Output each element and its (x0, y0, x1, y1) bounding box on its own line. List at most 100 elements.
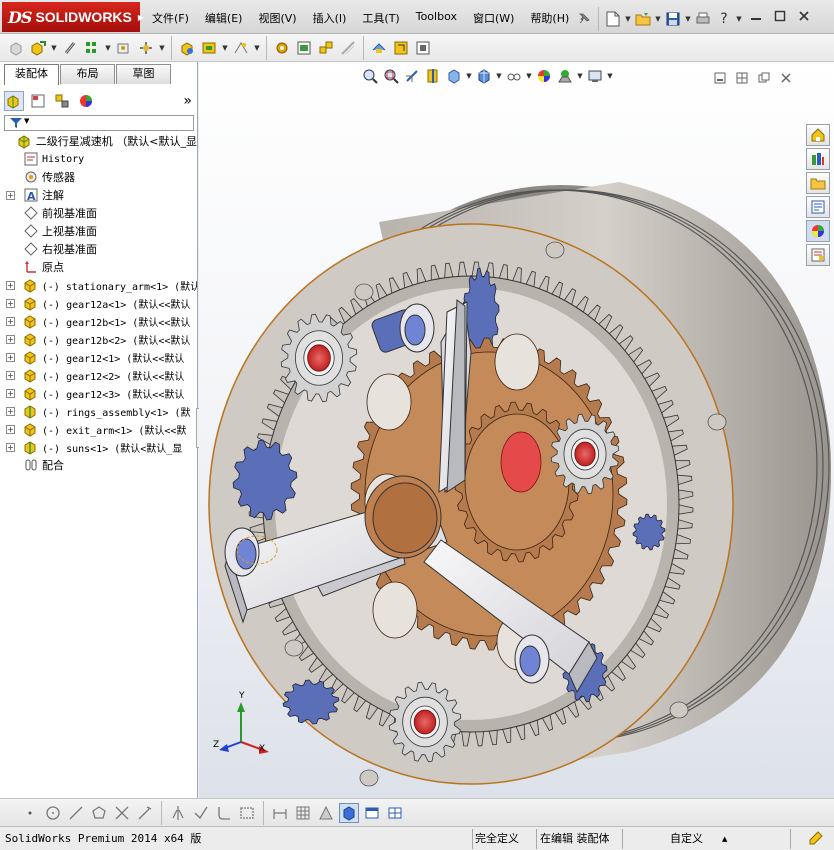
section-view-icon[interactable] (423, 66, 443, 86)
tree-row[interactable]: 原点 (0, 258, 197, 276)
expand-icon[interactable]: + (6, 406, 15, 416)
expand-icon[interactable]: + (6, 370, 15, 380)
tree-row[interactable]: + (-) suns<1> (默认<默认_显 (0, 438, 197, 456)
menu-item-1[interactable]: 文件(F) (144, 8, 197, 28)
linear-pattern-icon[interactable] (82, 38, 102, 58)
hide-show-items-icon[interactable] (504, 66, 524, 86)
bill-of-materials-icon[interactable] (294, 38, 314, 58)
reference-dropdown-icon[interactable]: ▼ (253, 38, 261, 58)
property-manager-tab-icon[interactable] (28, 91, 48, 111)
insert-dropdown-icon[interactable]: ▼ (50, 38, 58, 58)
filter-dropdown-icon[interactable]: ▼ (24, 117, 29, 125)
apply-scene-icon[interactable] (555, 66, 575, 86)
smart-fasteners-icon[interactable] (114, 38, 134, 58)
expand-icon[interactable]: + (6, 280, 15, 290)
tree-row[interactable]: + (-) gear12<2> (默认<<默认 (0, 366, 197, 384)
extend-icon[interactable] (135, 803, 155, 823)
pin-icon[interactable] (574, 9, 594, 29)
viewport-tile-icon[interactable] (734, 70, 750, 86)
rebuild-icon[interactable] (808, 830, 824, 848)
assembly-features-icon[interactable] (199, 38, 219, 58)
trim-icon[interactable] (112, 803, 132, 823)
tree-row[interactable]: + (-) gear12b<1> (默认<<默认 (0, 312, 197, 330)
panel-tab-1[interactable]: 装配体 (4, 64, 59, 85)
shaded-view-icon[interactable] (339, 802, 359, 823)
menu-item-6[interactable]: Toolbox (408, 8, 465, 28)
menu-item-8[interactable]: 帮助(H) (522, 8, 577, 28)
polygon-icon[interactable] (89, 803, 109, 823)
new-dropdown-icon[interactable]: ▼ (624, 9, 632, 29)
view-orientation-icon[interactable] (444, 66, 464, 86)
new-document-icon[interactable] (603, 9, 623, 29)
tree-row[interactable]: 上视基准面 (0, 222, 197, 240)
new-motion-study-icon[interactable] (272, 38, 292, 58)
planetary-gearbox-model[interactable] (199, 62, 834, 798)
grid-icon[interactable] (293, 803, 313, 823)
panel-tab-2[interactable]: 布局 (60, 64, 115, 84)
clearance-verification-icon[interactable] (391, 38, 411, 58)
exploded-view-icon[interactable] (316, 38, 336, 58)
reference-geometry-icon[interactable] (231, 38, 251, 58)
explode-line-sketch-icon[interactable] (338, 38, 358, 58)
insert-component-icon[interactable] (28, 38, 48, 58)
save-dropdown-icon[interactable]: ▼ (684, 9, 692, 29)
orientation-dropdown-icon[interactable]: ▼ (465, 66, 473, 86)
menu-item-4[interactable]: 插入(I) (305, 8, 355, 28)
tree-filter[interactable]: ▼ (4, 115, 194, 131)
mate-icon[interactable] (60, 38, 80, 58)
zoom-to-fit-icon[interactable] (360, 66, 380, 86)
expand-icon[interactable]: + (6, 352, 15, 362)
circle-icon[interactable] (43, 803, 63, 823)
filter-icon[interactable] (9, 116, 23, 133)
file-explorer-icon[interactable] (806, 172, 830, 194)
configuration-manager-tab-icon[interactable] (52, 91, 72, 111)
scene-dropdown-icon[interactable]: ▼ (576, 66, 584, 86)
tree-row[interactable]: + A 注解 (0, 186, 197, 204)
minimize-icon[interactable] (748, 8, 764, 24)
solidworks-logo[interactable]: DS SOLIDWORKS ▶ (2, 2, 144, 32)
tree-row[interactable]: 传感器 (0, 168, 197, 186)
tree-row[interactable]: 前视基准面 (0, 204, 197, 222)
pattern-dropdown-icon[interactable]: ▼ (104, 38, 112, 58)
tree-row[interactable]: + (-) gear12<3> (默认<<默认 (0, 384, 197, 402)
help-icon[interactable]: ? (714, 9, 734, 29)
display-manager-tab-icon[interactable] (76, 91, 96, 111)
tree-row[interactable]: + (-) gear12b<2> (默认<<默认 (0, 330, 197, 348)
expand-icon[interactable]: + (6, 334, 15, 344)
move-dropdown-icon[interactable]: ▼ (158, 38, 166, 58)
expand-icon[interactable]: + (6, 190, 15, 200)
fillet-icon[interactable] (214, 803, 234, 823)
help-dropdown-icon[interactable]: ▼ (735, 9, 743, 29)
expand-icon[interactable]: + (6, 298, 15, 308)
tree-row[interactable]: 右视基准面 (0, 240, 197, 258)
zoom-to-area-icon[interactable] (381, 66, 401, 86)
expand-icon[interactable]: + (6, 424, 15, 434)
menu-item-3[interactable]: 视图(V) (250, 8, 304, 28)
custom-properties-icon[interactable] (806, 244, 830, 266)
appearances-scenes-icon[interactable] (806, 220, 830, 242)
tree-row[interactable]: + (-) rings_assembly<1> (默 (0, 402, 197, 420)
status-units[interactable]: 自定义 (670, 830, 703, 848)
move-component-icon[interactable] (136, 38, 156, 58)
offset-icon[interactable] (191, 803, 211, 823)
edit-appearance-icon[interactable] (534, 66, 554, 86)
split-view-icon[interactable] (385, 803, 405, 823)
display-style-dropdown-icon[interactable]: ▼ (495, 66, 503, 86)
panel-expand-glyph[interactable]: » (183, 93, 192, 109)
hole-alignment-icon[interactable] (413, 38, 433, 58)
rectangle-icon[interactable] (237, 803, 257, 823)
open-dropdown-icon[interactable]: ▼ (654, 9, 662, 29)
view-palette-icon[interactable] (806, 196, 830, 218)
viewport-restore-icon[interactable] (756, 70, 772, 86)
tree-row[interactable]: 二级行星减速机 （默认<默认_显 (0, 132, 197, 150)
expand-icon[interactable]: + (6, 388, 15, 398)
edit-component-icon[interactable] (6, 38, 26, 58)
line-icon[interactable] (66, 803, 86, 823)
menu-item-7[interactable]: 窗口(W) (465, 8, 522, 28)
tree-row[interactable]: + (-) exit_arm<1> (默认<<默 (0, 420, 197, 438)
feature-manager-tab-icon[interactable] (4, 91, 24, 111)
previous-view-icon[interactable] (402, 66, 422, 86)
expand-icon[interactable]: + (6, 316, 15, 326)
view-settings-icon[interactable] (585, 66, 605, 86)
expand-icon[interactable]: + (6, 442, 15, 452)
